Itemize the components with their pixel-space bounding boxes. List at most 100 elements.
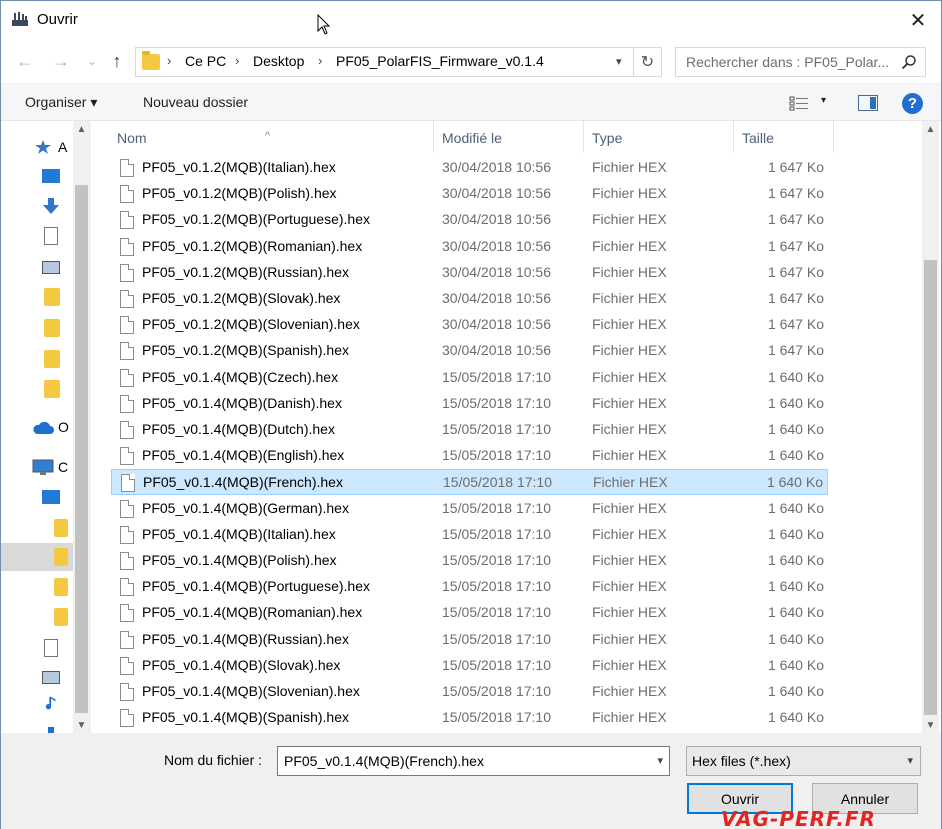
file-row[interactable]: PF05_v0.1.4(MQB)(English).hex 15/05/2018 … <box>111 443 828 469</box>
file-icon <box>120 368 134 387</box>
desktop-icon[interactable] <box>42 169 60 183</box>
file-icon <box>120 185 134 204</box>
downloads-arrow-icon[interactable] <box>42 198 60 214</box>
column-header-modified[interactable]: Modifié le <box>442 130 502 146</box>
file-name: PF05_v0.1.4(MQB)(Spanish).hex <box>142 709 349 726</box>
file-row[interactable]: PF05_v0.1.2(MQB)(Russian).hex 30/04/2018 … <box>111 260 828 286</box>
file-type: Fichier HEX <box>592 185 667 202</box>
file-size: 1 640 Ko <box>767 421 824 437</box>
file-row[interactable]: PF05_v0.1.2(MQB)(Spanish).hex 30/04/2018 … <box>111 338 828 364</box>
column-header-size[interactable]: Taille <box>742 130 774 146</box>
file-row[interactable]: PF05_v0.1.4(MQB)(Russian).hex 15/05/2018 … <box>111 627 828 653</box>
mouse-cursor-icon <box>317 14 331 35</box>
file-row[interactable]: PF05_v0.1.4(MQB)(Slovak).hex 15/05/2018 1… <box>111 653 828 679</box>
quick-access-star-icon[interactable] <box>34 139 52 155</box>
nav-pane-scrollbar[interactable]: ▲ ▼ <box>73 121 90 733</box>
folder-icon[interactable] <box>44 350 60 368</box>
pictures-icon[interactable] <box>42 261 60 274</box>
column-header-name[interactable]: Nom <box>117 130 147 146</box>
folder-icon[interactable] <box>54 548 68 566</box>
folder-icon[interactable] <box>54 608 68 626</box>
column-divider[interactable] <box>583 121 584 153</box>
address-bar[interactable]: › Ce PC › Desktop › PF05_PolarFIS_Firmwa… <box>135 47 662 77</box>
nav-scrollbar-thumb[interactable] <box>75 185 88 713</box>
scroll-up-icon[interactable]: ▲ <box>73 121 90 137</box>
recent-locations-button[interactable]: ⌄ <box>80 49 104 73</box>
file-modified-date: 15/05/2018 17:10 <box>443 474 552 491</box>
back-arrow-icon: ← <box>16 50 34 71</box>
pictures-icon[interactable] <box>42 671 60 684</box>
column-divider[interactable] <box>433 121 434 153</box>
organize-button[interactable]: Organiser ▾ <box>25 94 97 111</box>
file-icon <box>120 342 134 361</box>
forward-button[interactable]: → <box>49 49 73 73</box>
file-list-scrollbar[interactable]: ▲ ▼ <box>922 121 939 733</box>
file-row[interactable]: PF05_v0.1.2(MQB)(Polish).hex 30/04/2018 1… <box>111 181 828 207</box>
view-dropdown-icon[interactable]: ▾ <box>821 95 826 106</box>
file-icon <box>121 474 135 493</box>
file-list-scrollbar-thumb[interactable] <box>924 260 937 715</box>
file-modified-date: 15/05/2018 17:10 <box>442 656 551 673</box>
breadcrumb-desktop[interactable]: Desktop <box>253 53 304 69</box>
breadcrumb-this-pc[interactable]: Ce PC <box>185 53 226 69</box>
this-pc-monitor-icon[interactable] <box>32 459 54 477</box>
view-options-icon[interactable] <box>789 95 809 111</box>
onedrive-cloud-icon[interactable] <box>32 420 54 436</box>
search-input[interactable]: Rechercher dans : PF05_Polar... <box>675 47 926 77</box>
file-row[interactable]: PF05_v0.1.4(MQB)(Romanian).hex 15/05/2018… <box>111 600 828 626</box>
documents-icon[interactable] <box>44 639 58 657</box>
file-type-filter-value: Hex files (*.hex) <box>692 753 791 769</box>
back-button[interactable]: ← <box>13 49 37 73</box>
scroll-up-icon[interactable]: ▲ <box>922 121 939 137</box>
file-modified-date: 15/05/2018 17:10 <box>442 525 551 542</box>
file-modified-date: 15/05/2018 17:10 <box>442 709 551 726</box>
nav-label-onedrive[interactable]: O <box>58 419 69 435</box>
file-row[interactable]: PF05_v0.1.4(MQB)(Spanish).hex 15/05/2018 … <box>111 705 828 731</box>
file-type-filter-select[interactable]: Hex files (*.hex) ▾ <box>686 746 921 776</box>
documents-icon[interactable] <box>44 227 58 245</box>
preview-pane-icon[interactable] <box>858 95 878 111</box>
file-row[interactable]: PF05_v0.1.2(MQB)(Slovenian).hex 30/04/201… <box>111 312 828 338</box>
column-header-type[interactable]: Type <box>592 130 622 146</box>
file-row[interactable]: PF05_v0.1.2(MQB)(Romanian).hex 30/04/2018… <box>111 234 828 260</box>
file-row[interactable]: PF05_v0.1.4(MQB)(Dutch).hex 15/05/2018 17… <box>111 417 828 443</box>
file-row[interactable]: PF05_v0.1.4(MQB)(Polish).hex 15/05/2018 1… <box>111 548 828 574</box>
file-row[interactable]: PF05_v0.1.2(MQB)(Portuguese).hex 30/04/20… <box>111 207 828 233</box>
nav-label-quick-access[interactable]: A <box>58 139 67 155</box>
file-type: Fichier HEX <box>592 263 667 280</box>
file-row[interactable]: PF05_v0.1.4(MQB)(Slovenian).hex 15/05/201… <box>111 679 828 705</box>
filename-label: Nom du fichier : <box>164 752 263 768</box>
up-button[interactable]: ↑ <box>105 49 129 73</box>
refresh-button[interactable]: ↻ <box>633 48 661 76</box>
scroll-down-icon[interactable]: ▼ <box>73 717 90 733</box>
column-divider[interactable] <box>733 121 734 153</box>
close-button[interactable]: ✕ <box>895 1 941 39</box>
breadcrumb-firmware-folder[interactable]: PF05_PolarFIS_Firmware_v0.1.4 <box>336 53 544 69</box>
file-size: 1 640 Ko <box>767 604 824 621</box>
folder-icon[interactable] <box>54 519 68 537</box>
music-note-icon[interactable] <box>43 696 61 712</box>
file-row[interactable]: PF05_v0.1.4(MQB)(Portuguese).hex 15/05/20… <box>111 574 828 600</box>
folder-icon[interactable] <box>44 319 60 337</box>
file-row[interactable]: PF05_v0.1.4(MQB)(Czech).hex 15/05/2018 17… <box>111 365 828 391</box>
folder-icon[interactable] <box>44 288 60 306</box>
chevron-down-icon[interactable]: ▾ <box>657 754 663 767</box>
file-row[interactable]: PF05_v0.1.4(MQB)(German).hex 15/05/2018 1… <box>111 496 828 522</box>
file-modified-date: 15/05/2018 17:10 <box>442 368 551 385</box>
help-icon[interactable]: ? <box>902 93 923 114</box>
filename-input[interactable]: PF05_v0.1.4(MQB)(French).hex ▾ <box>277 746 670 776</box>
file-row[interactable]: PF05_v0.1.4(MQB)(Danish).hex 15/05/2018 1… <box>111 391 828 417</box>
window-title: Ouvrir <box>37 11 78 28</box>
desktop-icon[interactable] <box>42 490 60 504</box>
nav-label-this-pc[interactable]: C <box>58 459 68 475</box>
file-row[interactable]: PF05_v0.1.4(MQB)(French).hex 15/05/2018 1… <box>111 469 828 496</box>
column-divider[interactable] <box>833 121 834 153</box>
folder-icon[interactable] <box>44 380 60 398</box>
new-folder-button[interactable]: Nouveau dossier <box>143 94 248 110</box>
scroll-down-icon[interactable]: ▼ <box>922 717 939 733</box>
file-row[interactable]: PF05_v0.1.2(MQB)(Slovak).hex 30/04/2018 1… <box>111 286 828 312</box>
address-dropdown-icon[interactable]: ▾ <box>616 55 622 68</box>
file-row[interactable]: PF05_v0.1.4(MQB)(Italian).hex 15/05/2018 … <box>111 522 828 548</box>
file-row[interactable]: PF05_v0.1.2(MQB)(Italian).hex 30/04/2018 … <box>111 155 828 181</box>
folder-icon[interactable] <box>54 578 68 596</box>
